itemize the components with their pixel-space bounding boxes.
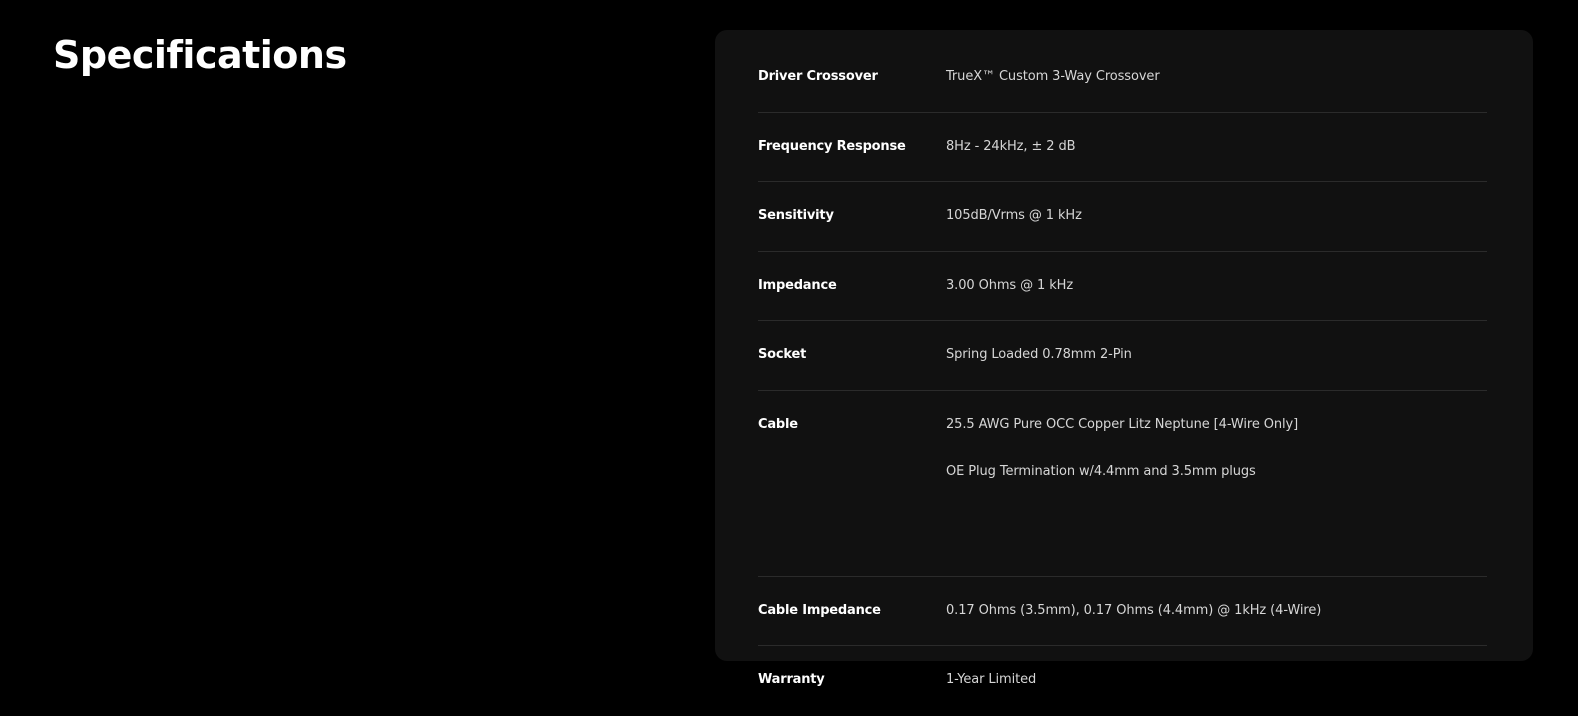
spec-value: 0.17 Ohms (3.5mm), 0.17 Ohms (4.4mm) @ 1… [946, 602, 1322, 618]
spec-row-socket: Socket Spring Loaded 0.78mm 2-Pin [758, 321, 1487, 391]
spec-label: Cable Impedance [758, 602, 881, 618]
spec-value: 3.00 Ohms @ 1 kHz [946, 277, 1074, 293]
spec-label: Socket [758, 347, 807, 362]
spec-row-cable-impedance: Cable Impedance 0.17 Ohms (3.5mm), 0.17 … [758, 577, 1487, 646]
spec-label: Cable [758, 416, 798, 432]
spec-row-cable: Cable 25.5 AWG Pure OCC Copper Litz Nept… [758, 391, 1487, 577]
spec-values: 105dB/Vrms @ 1 kHz [946, 207, 1487, 225]
spec-value: 105dB/Vrms @ 1 kHz [946, 208, 1082, 223]
specifications-table: Driver Crossover TrueX™ Custom 3-Way Cro… [715, 30, 1533, 687]
spec-value: OE Plug Termination w/4.4mm and 3.5mm pl… [946, 463, 1256, 479]
spec-label: Warranty [758, 672, 825, 687]
spec-values: 1-Year Limited [946, 671, 1487, 689]
spec-value: TrueX™ Custom 3-Way Crossover [946, 69, 1160, 84]
spec-values: TrueX™ Custom 3-Way Crossover [946, 68, 1487, 86]
spec-value: 25.5 AWG Pure OCC Copper Litz Neptune [4… [946, 416, 1299, 432]
spec-value: 8Hz - 24kHz, ± 2 dB [946, 138, 1076, 154]
spec-values: 0.17 Ohms (3.5mm), 0.17 Ohms (4.4mm) @ 1… [946, 602, 1487, 620]
spec-values: 3.00 Ohms @ 1 kHz [946, 277, 1487, 295]
spec-values: 25.5 AWG Pure OCC Copper Litz Neptune [4… [946, 416, 1487, 481]
spec-label: Frequency Response [758, 138, 906, 154]
spec-row-sensitivity: Sensitivity 105dB/Vrms @ 1 kHz [758, 182, 1487, 252]
spec-row-driver-crossover: Driver Crossover TrueX™ Custom 3-Way Cro… [758, 43, 1487, 113]
spec-label: Impedance [758, 277, 837, 293]
spec-label: Driver Crossover [758, 69, 878, 84]
spec-values: 8Hz - 24kHz, ± 2 dB [946, 138, 1487, 156]
spec-row-warranty: Warranty 1-Year Limited [758, 646, 1487, 716]
spec-value: Spring Loaded 0.78mm 2-Pin [946, 347, 1132, 362]
spec-value: 1-Year Limited [946, 672, 1037, 687]
page-title: Specifications [53, 33, 347, 77]
spec-values: Spring Loaded 0.78mm 2-Pin [946, 346, 1487, 364]
spec-label: Sensitivity [758, 208, 834, 223]
spec-row-frequency-response: Frequency Response 8Hz - 24kHz, ± 2 dB [758, 113, 1487, 182]
spec-row-impedance: Impedance 3.00 Ohms @ 1 kHz [758, 252, 1487, 321]
